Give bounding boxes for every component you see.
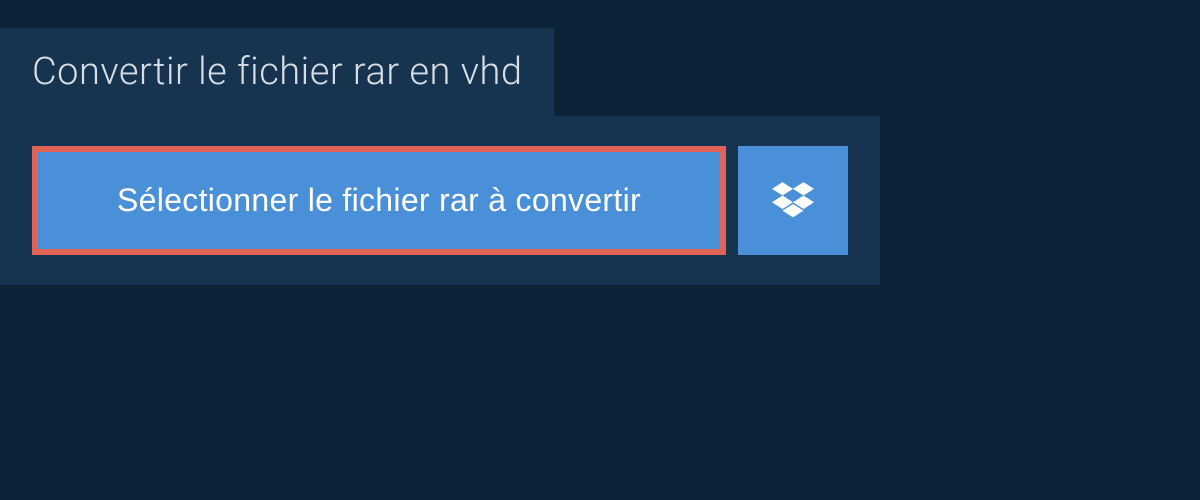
select-file-label: Sélectionner le fichier rar à convertir xyxy=(117,182,641,219)
upload-panel: Sélectionner le fichier rar à convertir xyxy=(0,116,880,285)
dropbox-icon xyxy=(772,182,814,220)
button-row: Sélectionner le fichier rar à convertir xyxy=(32,146,848,255)
dropbox-button[interactable] xyxy=(738,146,848,255)
header-tab: Convertir le fichier rar en vhd xyxy=(0,28,554,116)
select-file-button[interactable]: Sélectionner le fichier rar à convertir xyxy=(32,146,726,255)
page-title: Convertir le fichier rar en vhd xyxy=(32,50,522,94)
